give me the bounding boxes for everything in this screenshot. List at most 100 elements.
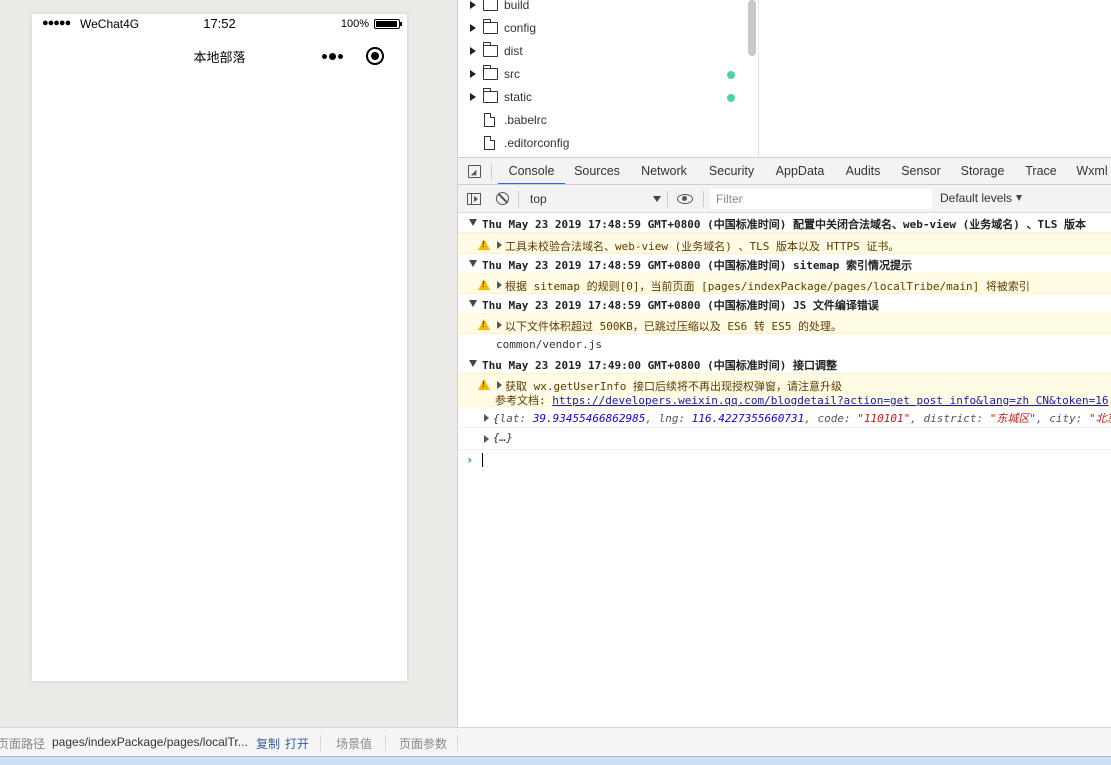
log-group-header[interactable]: Thu May 23 2019 17:48:59 GMT+0800 (中国标准时… — [458, 254, 1111, 274]
scene-value-button[interactable]: 场景值 — [336, 735, 372, 752]
divider — [703, 191, 704, 207]
warning-text: 根据 sitemap 的规则[0]，当前页面 [pages/indexPacka… — [505, 280, 1030, 293]
tree-item-babelrc[interactable]: .babelrc — [458, 109, 748, 132]
tab-appdata[interactable]: AppData — [770, 158, 830, 184]
folder-icon — [482, 88, 498, 103]
tree-item-dist[interactable]: dist — [458, 40, 748, 63]
warning-icon — [478, 319, 490, 330]
tab-storage[interactable]: Storage — [956, 158, 1009, 184]
console-prompt[interactable]: › — [458, 449, 1111, 469]
modified-dot-icon — [727, 71, 735, 79]
warning-message[interactable]: 以下文件体积超过 500KB，已跳过压缩以及 ES6 转 ES5 的处理。 — [458, 313, 1111, 334]
expand-arrow-icon[interactable] — [470, 24, 476, 32]
divider — [457, 735, 458, 751]
copy-path-link[interactable]: 复制 — [256, 735, 280, 752]
object-log[interactable]: {…} — [458, 428, 1111, 449]
tree-item-editorconfig[interactable]: .editorconfig — [458, 132, 748, 155]
tab-trace[interactable]: Trace — [1019, 158, 1063, 184]
folder-icon — [483, 0, 498, 11]
tree-item-label: .babelrc — [504, 113, 547, 127]
clear-console-icon[interactable] — [496, 192, 509, 205]
chevron-down-icon — [653, 196, 661, 202]
expand-arrow-icon[interactable] — [497, 241, 502, 249]
expand-arrow-icon[interactable] — [497, 381, 502, 389]
expand-arrow-icon[interactable] — [470, 93, 476, 101]
console-toolbar: top Default levels — [458, 185, 1111, 213]
log-group-header[interactable]: Thu May 23 2019 17:48:59 GMT+0800 (中国标准时… — [458, 213, 1111, 233]
tab-sensor[interactable]: Sensor — [896, 158, 946, 184]
expand-arrow-icon[interactable] — [497, 281, 502, 289]
bottom-status-bar: 页面路径 pages/indexPackage/pages/localTr...… — [0, 727, 1111, 756]
tab-wxml[interactable]: Wxml — [1073, 158, 1111, 184]
warning-icon — [478, 279, 490, 290]
file-icon — [484, 135, 496, 150]
folder-icon — [482, 19, 498, 34]
divider — [385, 735, 386, 751]
divider — [518, 191, 519, 207]
tree-item-label: static — [504, 90, 533, 104]
file-path: common/vendor.js — [496, 338, 602, 351]
more-icon[interactable] — [319, 46, 345, 66]
tree-item-static[interactable]: static — [458, 86, 748, 109]
page-title: 本地部落 — [193, 50, 246, 65]
context-value: top — [530, 192, 547, 206]
warning-text: 以下文件体积超过 500KB，已跳过压缩以及 ES6 转 ES5 的处理。 — [505, 320, 842, 333]
log-group-title: Thu May 23 2019 17:49:00 GMT+0800 (中国标准时… — [482, 359, 838, 372]
inspect-element-icon[interactable] — [468, 165, 481, 178]
folder-icon — [482, 42, 498, 57]
divider — [758, 0, 759, 157]
object-log[interactable]: {lat: 39.93455466862985, lng: 116.422735… — [458, 407, 1111, 428]
tab-sources[interactable]: Sources — [569, 158, 625, 184]
text-cursor — [482, 453, 483, 467]
expand-arrow-icon[interactable] — [484, 414, 489, 422]
collapse-arrow-icon[interactable] — [469, 300, 477, 307]
folder-icon — [482, 65, 498, 80]
log-line: common/vendor.js — [458, 334, 1111, 354]
console-output: Thu May 23 2019 17:48:59 GMT+0800 (中国标准时… — [458, 213, 1111, 727]
collapse-arrow-icon[interactable] — [469, 360, 477, 367]
context-select[interactable]: top — [523, 190, 661, 208]
doc-link[interactable]: https://developers.weixin.qq.com/blogdet… — [552, 394, 1108, 406]
file-icon — [484, 112, 496, 127]
tree-item-label: .editorconfig — [504, 136, 570, 150]
taskbar-strip — [0, 756, 1111, 765]
divider — [491, 164, 492, 180]
tab-network[interactable]: Network — [635, 158, 693, 184]
tree-item-build[interactable]: build — [458, 0, 748, 17]
warning-message[interactable]: 工具未校验合法域名、web-view (业务域名) 、TLS 版本以及 HTTP… — [458, 233, 1111, 254]
log-group-header[interactable]: Thu May 23 2019 17:49:00 GMT+0800 (中国标准时… — [458, 354, 1111, 374]
open-path-link[interactable]: 打开 — [285, 735, 309, 752]
warning-message[interactable]: 获取 wx.getUserInfo 接口后续将不再出现授权弹窗，请注意升级 参考… — [458, 373, 1111, 407]
modified-dot-icon — [727, 94, 735, 102]
expand-arrow-icon[interactable] — [470, 70, 476, 78]
sidebar-toggle-icon[interactable] — [467, 193, 481, 205]
filter-input[interactable] — [710, 189, 932, 209]
page-params-button[interactable]: 页面参数 — [399, 735, 447, 752]
expand-arrow-icon[interactable] — [470, 47, 476, 55]
warning-message[interactable]: 根据 sitemap 的规则[0]，当前页面 [pages/indexPacka… — [458, 273, 1111, 294]
collapse-arrow-icon[interactable] — [469, 260, 477, 267]
chevron-down-icon — [1016, 195, 1023, 201]
expand-arrow-icon[interactable] — [470, 1, 476, 9]
file-tree-scrollbar[interactable] — [748, 0, 756, 56]
divider — [320, 735, 321, 751]
tab-security[interactable]: Security — [703, 158, 760, 184]
file-tree: build config dist src static .babelrc .e… — [458, 0, 758, 157]
simulator-panel: ●●●●● WeChat4G 17:52 100% 本地部落 — [0, 0, 458, 727]
warning-text: 工具未校验合法域名、web-view (业务域名) 、TLS 版本以及 HTTP… — [505, 240, 900, 253]
eye-icon[interactable] — [677, 194, 693, 204]
expand-arrow-icon[interactable] — [497, 321, 502, 329]
log-group-header[interactable]: Thu May 23 2019 17:48:59 GMT+0800 (中国标准时… — [458, 294, 1111, 314]
warning-icon — [478, 239, 490, 250]
tree-item-config[interactable]: config — [458, 17, 748, 40]
tab-audits[interactable]: Audits — [840, 158, 886, 184]
battery-percent: 100% — [340, 18, 369, 30]
warning-icon — [478, 379, 490, 390]
expand-arrow-icon[interactable] — [484, 435, 489, 443]
tree-item-src[interactable]: src — [458, 63, 748, 86]
tab-console[interactable]: Console — [498, 158, 565, 184]
tree-item-label: config — [504, 21, 537, 35]
collapse-arrow-icon[interactable] — [469, 219, 477, 226]
log-levels-dropdown[interactable]: Default levels — [940, 191, 1023, 205]
close-miniprogram-icon[interactable] — [366, 47, 384, 65]
